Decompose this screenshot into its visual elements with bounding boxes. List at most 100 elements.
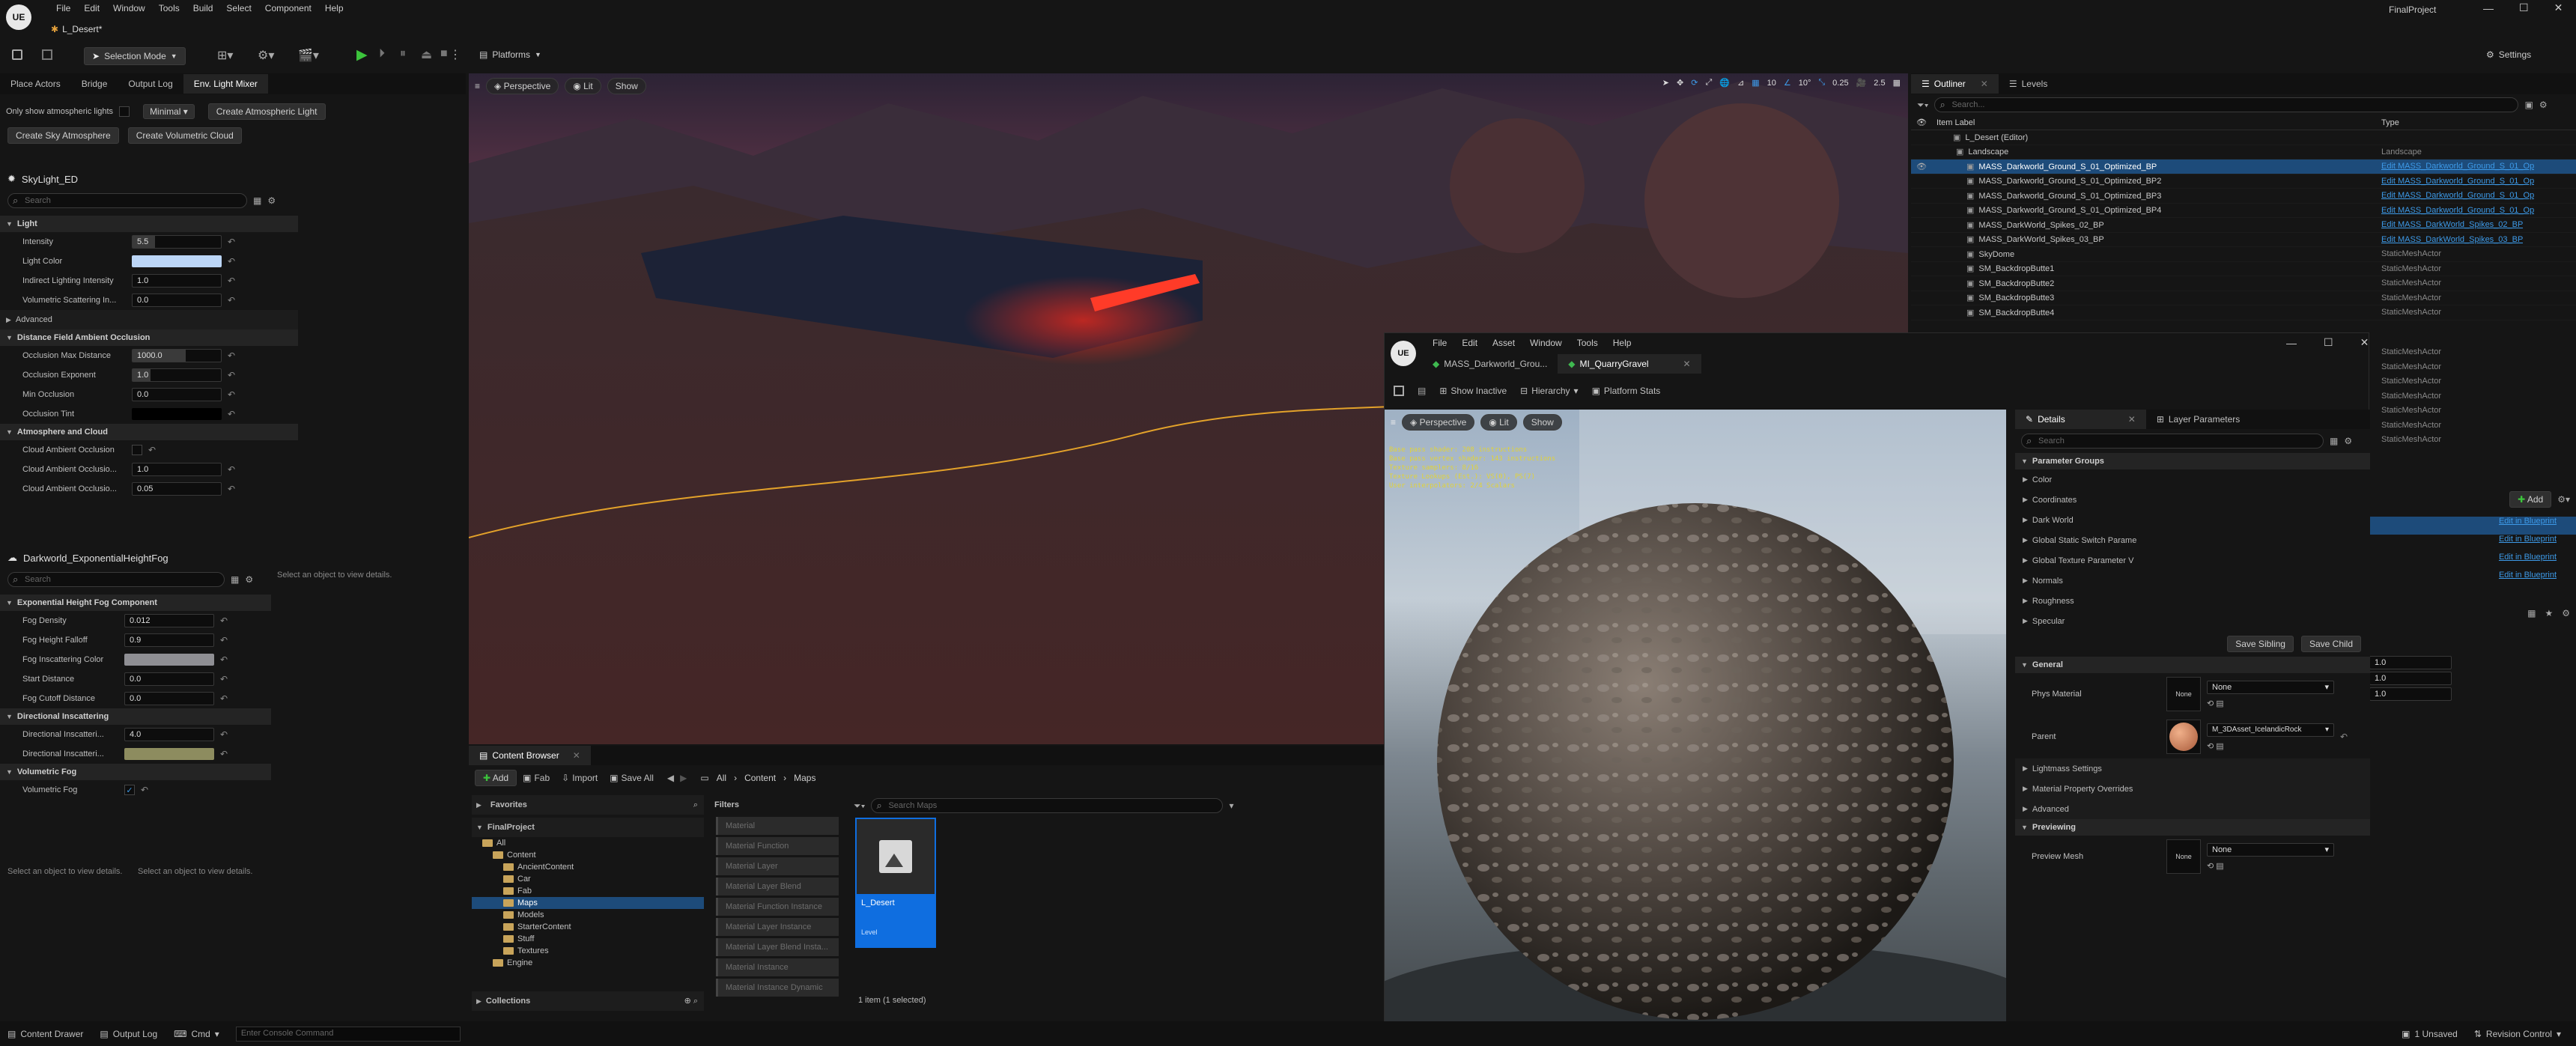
show-button[interactable]: Show: [1522, 414, 1562, 431]
parent-thumbnail[interactable]: [2166, 720, 2201, 754]
category-volumetric[interactable]: Volumetric Fog: [17, 767, 76, 776]
numeric-field[interactable]: 4.0: [124, 728, 214, 741]
menu-asset[interactable]: Asset: [1485, 338, 1522, 348]
filter-icon[interactable]: ⏷▾: [854, 800, 865, 812]
lit-button[interactable]: ◉ Lit: [565, 78, 601, 94]
edit-in-blueprint-link[interactable]: Edit in Blueprint: [2369, 571, 2576, 589]
column-item-label[interactable]: Item Label: [1932, 118, 2381, 127]
folder-textures[interactable]: Textures: [472, 945, 704, 957]
reset-icon[interactable]: ↶: [228, 350, 235, 361]
camera-speed-icon[interactable]: 🎥: [1856, 78, 1867, 88]
category-atmosphere[interactable]: Atmosphere and Cloud: [17, 428, 108, 437]
filter-item[interactable]: Material Layer Blend Insta...: [716, 938, 839, 956]
gear-icon[interactable]: ⚙: [245, 574, 253, 585]
menu-select[interactable]: Select: [219, 3, 258, 13]
select-mode-icon[interactable]: ➤: [1662, 78, 1669, 88]
source-control-icon[interactable]: [42, 49, 52, 60]
reset-icon[interactable]: ↶: [228, 237, 235, 247]
menu-edit[interactable]: Edit: [1454, 338, 1485, 348]
save-icon[interactable]: [1394, 386, 1404, 396]
visibility-icon[interactable]: 👁: [1911, 162, 1932, 171]
outliner-type[interactable]: Edit MASS_Darkworld_Ground_S_01_Op: [2381, 191, 2534, 200]
menu-window[interactable]: Window: [1522, 338, 1570, 348]
maximize-icon[interactable]: ☐: [2324, 336, 2333, 349]
minimize-icon[interactable]: —: [2286, 337, 2297, 349]
reset-icon[interactable]: ↶: [220, 654, 228, 665]
grid-view-icon[interactable]: ▦: [231, 574, 239, 585]
perspective-button[interactable]: ◈ Perspective: [486, 78, 559, 94]
viewport-menu-icon[interactable]: ≡: [475, 81, 480, 91]
tab-details[interactable]: ✎ Details ✕: [2015, 410, 2146, 429]
outliner-row[interactable]: ▣ SM_BackdropButte3 StaticMeshActor: [1911, 291, 2576, 305]
minimize-icon[interactable]: —: [2483, 2, 2494, 14]
section-header[interactable]: ▶ Lightmass Settings: [2015, 758, 2370, 779]
category-fog[interactable]: Exponential Height Fog Component: [17, 598, 157, 607]
column-type[interactable]: Type: [2381, 118, 2399, 127]
perspective-button[interactable]: ◈ Perspective: [1402, 414, 1475, 431]
create-sky-atmosphere-button[interactable]: Create Sky Atmosphere: [7, 127, 119, 144]
unsaved-indicator[interactable]: ▣ 1 Unsaved: [2402, 1029, 2458, 1039]
tab-env-light-mixer[interactable]: Env. Light Mixer: [183, 74, 268, 94]
tab-mi-quarrygravel[interactable]: ◆ MI_QuarryGravel ✕: [1558, 354, 1701, 374]
folder-startercontent[interactable]: StarterContent: [472, 921, 704, 933]
create-volumetric-cloud-button[interactable]: Create Volumetric Cloud: [127, 127, 242, 144]
gear-icon[interactable]: ⚙: [2344, 436, 2352, 446]
numeric-field[interactable]: 0.05: [132, 482, 222, 496]
crumb-all[interactable]: All: [717, 773, 726, 783]
folder-engine[interactable]: Engine: [472, 957, 704, 969]
add-button[interactable]: ✚ Add: [475, 770, 517, 786]
filter-icon[interactable]: ⏷▾: [1917, 100, 1928, 111]
tab-outliner[interactable]: ☰ Outliner ✕: [1911, 74, 1999, 94]
lit-button[interactable]: ◉ Lit: [1480, 414, 1517, 431]
skylight-search-input[interactable]: Search: [7, 193, 247, 208]
reset-icon[interactable]: ↶: [228, 370, 235, 380]
numeric-field[interactable]: 5.5: [132, 235, 222, 249]
menu-window[interactable]: Window: [106, 3, 152, 13]
surface-snap-icon[interactable]: ⊿: [1737, 78, 1744, 88]
folder-stuff[interactable]: Stuff: [472, 933, 704, 945]
folder-ancientcontent[interactable]: AncientContent: [472, 861, 704, 873]
preview-mesh-dropdown[interactable]: None ▾: [2207, 842, 2334, 857]
folder-content[interactable]: Content: [472, 849, 704, 861]
revision-control-button[interactable]: ⇅ Revision Control ▾: [2474, 1029, 2561, 1039]
edit-in-blueprint-link[interactable]: Edit in Blueprint: [2369, 535, 2576, 553]
visibility-col-icon[interactable]: 👁: [1911, 118, 1932, 127]
collections-header[interactable]: Collections: [486, 997, 530, 1006]
phys-material-dropdown[interactable]: None ▾: [2207, 680, 2334, 694]
gear-icon[interactable]: ⚙: [267, 195, 276, 206]
numeric-field[interactable]: 0.012: [124, 614, 214, 627]
menu-help[interactable]: Help: [1606, 338, 1639, 348]
only-show-checkbox[interactable]: [119, 106, 130, 117]
category-dfao[interactable]: Distance Field Ambient Occlusion: [17, 333, 150, 342]
outliner-type[interactable]: Edit MASS_DarkWorld_Spikes_03_BP: [2381, 235, 2523, 244]
reset-icon[interactable]: ↶: [220, 729, 228, 740]
outliner-row[interactable]: ▣ Landscape Landscape: [1911, 145, 2576, 159]
grid-view-icon[interactable]: ▦: [2527, 608, 2536, 618]
more-options-icon[interactable]: ⋮: [449, 47, 461, 62]
edit-in-blueprint-link[interactable]: Edit in Blueprint: [2369, 553, 2576, 571]
project-header[interactable]: FinalProject: [487, 823, 535, 832]
edit-in-blueprint-link[interactable]: Edit in Blueprint: [2369, 517, 2576, 535]
parameter-groups-header[interactable]: Parameter Groups: [2032, 457, 2104, 466]
color-swatch[interactable]: [132, 408, 222, 420]
unreal-logo-icon[interactable]: UE: [6, 4, 31, 30]
category-directional[interactable]: Directional Inscattering: [17, 712, 109, 721]
import-button[interactable]: ⇩ Import: [562, 773, 598, 783]
general-header[interactable]: General: [2032, 660, 2063, 669]
grid-snap-value[interactable]: 10: [1767, 79, 1776, 88]
reset-icon[interactable]: ↶: [228, 484, 235, 494]
numeric-field[interactable]: 1.0: [2369, 672, 2452, 685]
parameter-group[interactable]: ▶ Roughness: [2015, 591, 2370, 611]
outliner-row[interactable]: ▣ MASS_DarkWorld_Spikes_02_BP Edit MASS_Da…: [1911, 218, 2576, 233]
folder-maps[interactable]: Maps: [472, 897, 704, 909]
checkbox[interactable]: [132, 445, 142, 455]
numeric-field[interactable]: 1.0: [132, 274, 222, 288]
browse-icon[interactable]: ▤: [1418, 386, 1426, 396]
scale-snap-value[interactable]: 0.25: [1832, 79, 1848, 88]
outliner-type[interactable]: Edit MASS_Darkworld_Ground_S_01_Op: [2381, 162, 2534, 171]
show-button[interactable]: Show: [607, 78, 646, 94]
close-icon[interactable]: ✕: [2360, 336, 2369, 349]
save-icon[interactable]: [12, 49, 22, 60]
menu-tools[interactable]: Tools: [152, 3, 186, 13]
outliner-row[interactable]: 👁 ▣ MASS_Darkworld_Ground_S_01_Optimized_B…: [1911, 159, 2576, 174]
